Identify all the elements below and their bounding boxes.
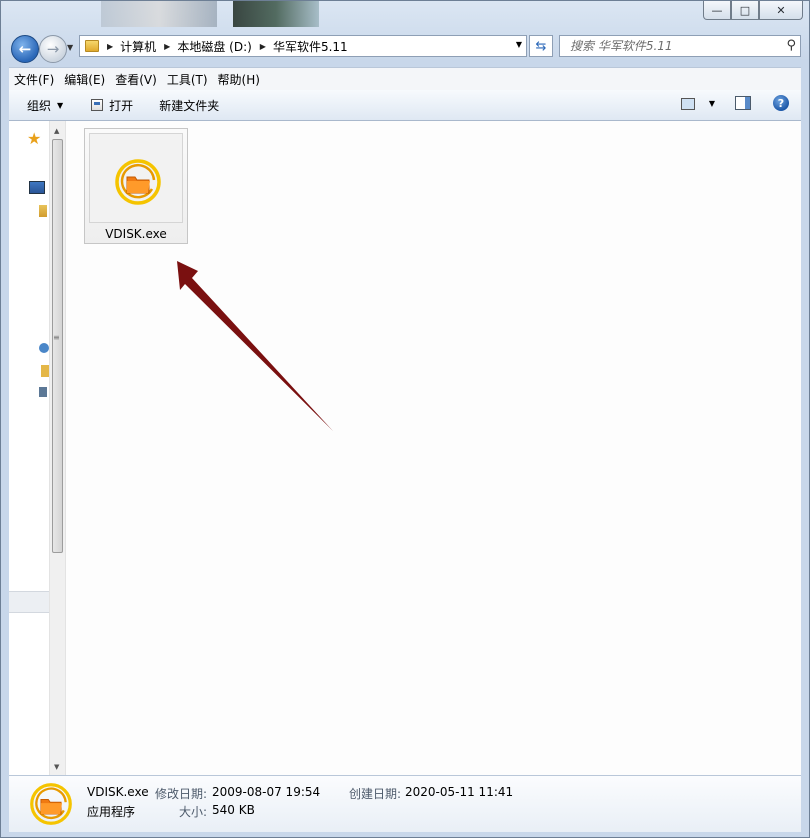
menu-bar: 文件(F) 编辑(E) 查看(V) 工具(T) 帮助(H): [9, 67, 801, 91]
address-bar[interactable]: ▶ 计算机 ▶ 本地磁盘 (D:) ▶ 华军软件5.11 ▼: [79, 35, 527, 57]
navigation-scrollbar[interactable]: ▲ ≡ ▼: [49, 121, 66, 775]
open-icon: [91, 99, 104, 111]
refresh-button[interactable]: ⇆: [529, 35, 553, 57]
new-folder-button[interactable]: 新建文件夹: [151, 93, 227, 117]
modified-label: 修改日期:: [155, 787, 208, 801]
menu-edit[interactable]: 编辑(E): [59, 71, 110, 88]
blurred-thumbnail: [233, 1, 319, 27]
vdisk-app-icon: [30, 783, 72, 825]
explorer-window: — □ ✕ ← → ▼ ▶ 计算机 ▶ 本地磁盘 (D:) ▶ 华军软件5.11…: [0, 0, 810, 838]
breadcrumb-computer[interactable]: ▶ 计算机: [107, 38, 156, 55]
search-icon[interactable]: ⚲: [786, 38, 796, 53]
file-name: VDISK.exe: [105, 227, 167, 241]
libraries-icon[interactable]: [39, 205, 47, 217]
scroll-down-icon[interactable]: ▼: [54, 763, 59, 771]
help-icon[interactable]: ?: [773, 95, 789, 111]
folder-icon[interactable]: [41, 365, 49, 377]
homegroup-icon[interactable]: [39, 343, 49, 353]
maximize-button[interactable]: □: [731, 1, 759, 20]
forward-button[interactable]: →: [39, 35, 67, 63]
navigation-pane: ★: [9, 121, 49, 775]
change-view-icon[interactable]: [681, 98, 695, 110]
preview-pane-icon[interactable]: [735, 96, 751, 110]
menu-file[interactable]: 文件(F): [9, 71, 59, 88]
navigation-pane-selection: [9, 591, 49, 613]
breadcrumb-current-folder[interactable]: ▶ 华军软件5.11: [260, 38, 348, 55]
modified-value: 2009-08-07 19:54: [212, 785, 321, 799]
desktop-icon[interactable]: [29, 181, 45, 194]
chevron-right-icon[interactable]: ▶: [107, 42, 113, 51]
search-input[interactable]: [568, 38, 772, 54]
created-value: 2020-05-11 11:41: [405, 785, 514, 799]
details-pane: VDISK.exe 应用程序 修改日期: 2009-08-07 19:54 创建…: [9, 775, 801, 832]
details-file-type: 应用程序: [87, 805, 136, 819]
vdisk-app-icon: [115, 159, 161, 205]
command-bar: 组织 ▼ 打开 新建文件夹 ▼ ?: [9, 90, 801, 121]
menu-help[interactable]: 帮助(H): [213, 71, 265, 88]
size-label: 大小:: [179, 805, 208, 819]
recent-pages-dropdown[interactable]: ▼: [67, 43, 73, 52]
scrollbar-grip-icon: ≡: [53, 333, 60, 342]
computer-icon[interactable]: [39, 387, 47, 397]
chevron-down-icon: ▼: [57, 100, 64, 110]
details-file-name: VDISK.exe: [87, 785, 149, 799]
arrow-shape: [177, 261, 333, 431]
back-arrow-icon: ←: [18, 40, 32, 58]
breadcrumb-local-disk[interactable]: ▶ 本地磁盘 (D:): [164, 38, 252, 55]
chevron-right-icon[interactable]: ▶: [164, 42, 170, 51]
file-thumbnail: [89, 133, 183, 223]
address-dropdown-icon[interactable]: ▼: [516, 40, 522, 49]
close-button[interactable]: ✕: [759, 1, 803, 20]
organize-button[interactable]: 组织 ▼: [19, 93, 71, 117]
scroll-up-icon[interactable]: ▲: [54, 127, 59, 135]
menu-tools[interactable]: 工具(T): [162, 71, 213, 88]
view-options-dropdown[interactable]: ▼: [709, 99, 715, 108]
refresh-icon: ⇆: [535, 38, 547, 54]
blurred-thumbnail: [101, 1, 217, 27]
file-item[interactable]: VDISK.exe: [84, 128, 188, 244]
size-value: 540 KB: [212, 803, 255, 817]
minimize-button[interactable]: —: [703, 1, 731, 20]
favorites-star-icon[interactable]: ★: [27, 129, 41, 148]
search-box[interactable]: ⚲: [559, 35, 801, 57]
folder-icon: [85, 40, 99, 52]
caption-buttons: — □ ✕: [703, 1, 803, 20]
back-button[interactable]: ←: [11, 35, 39, 63]
created-label: 创建日期:: [349, 787, 402, 801]
scrollbar-thumb[interactable]: [52, 139, 63, 553]
title-bar-background: [1, 1, 601, 31]
chevron-right-icon[interactable]: ▶: [260, 42, 266, 51]
forward-arrow-icon: →: [46, 40, 60, 58]
open-button[interactable]: 打开: [83, 93, 141, 117]
file-list-area[interactable]: VDISK.exe: [66, 121, 801, 775]
menu-view[interactable]: 查看(V): [110, 71, 162, 88]
